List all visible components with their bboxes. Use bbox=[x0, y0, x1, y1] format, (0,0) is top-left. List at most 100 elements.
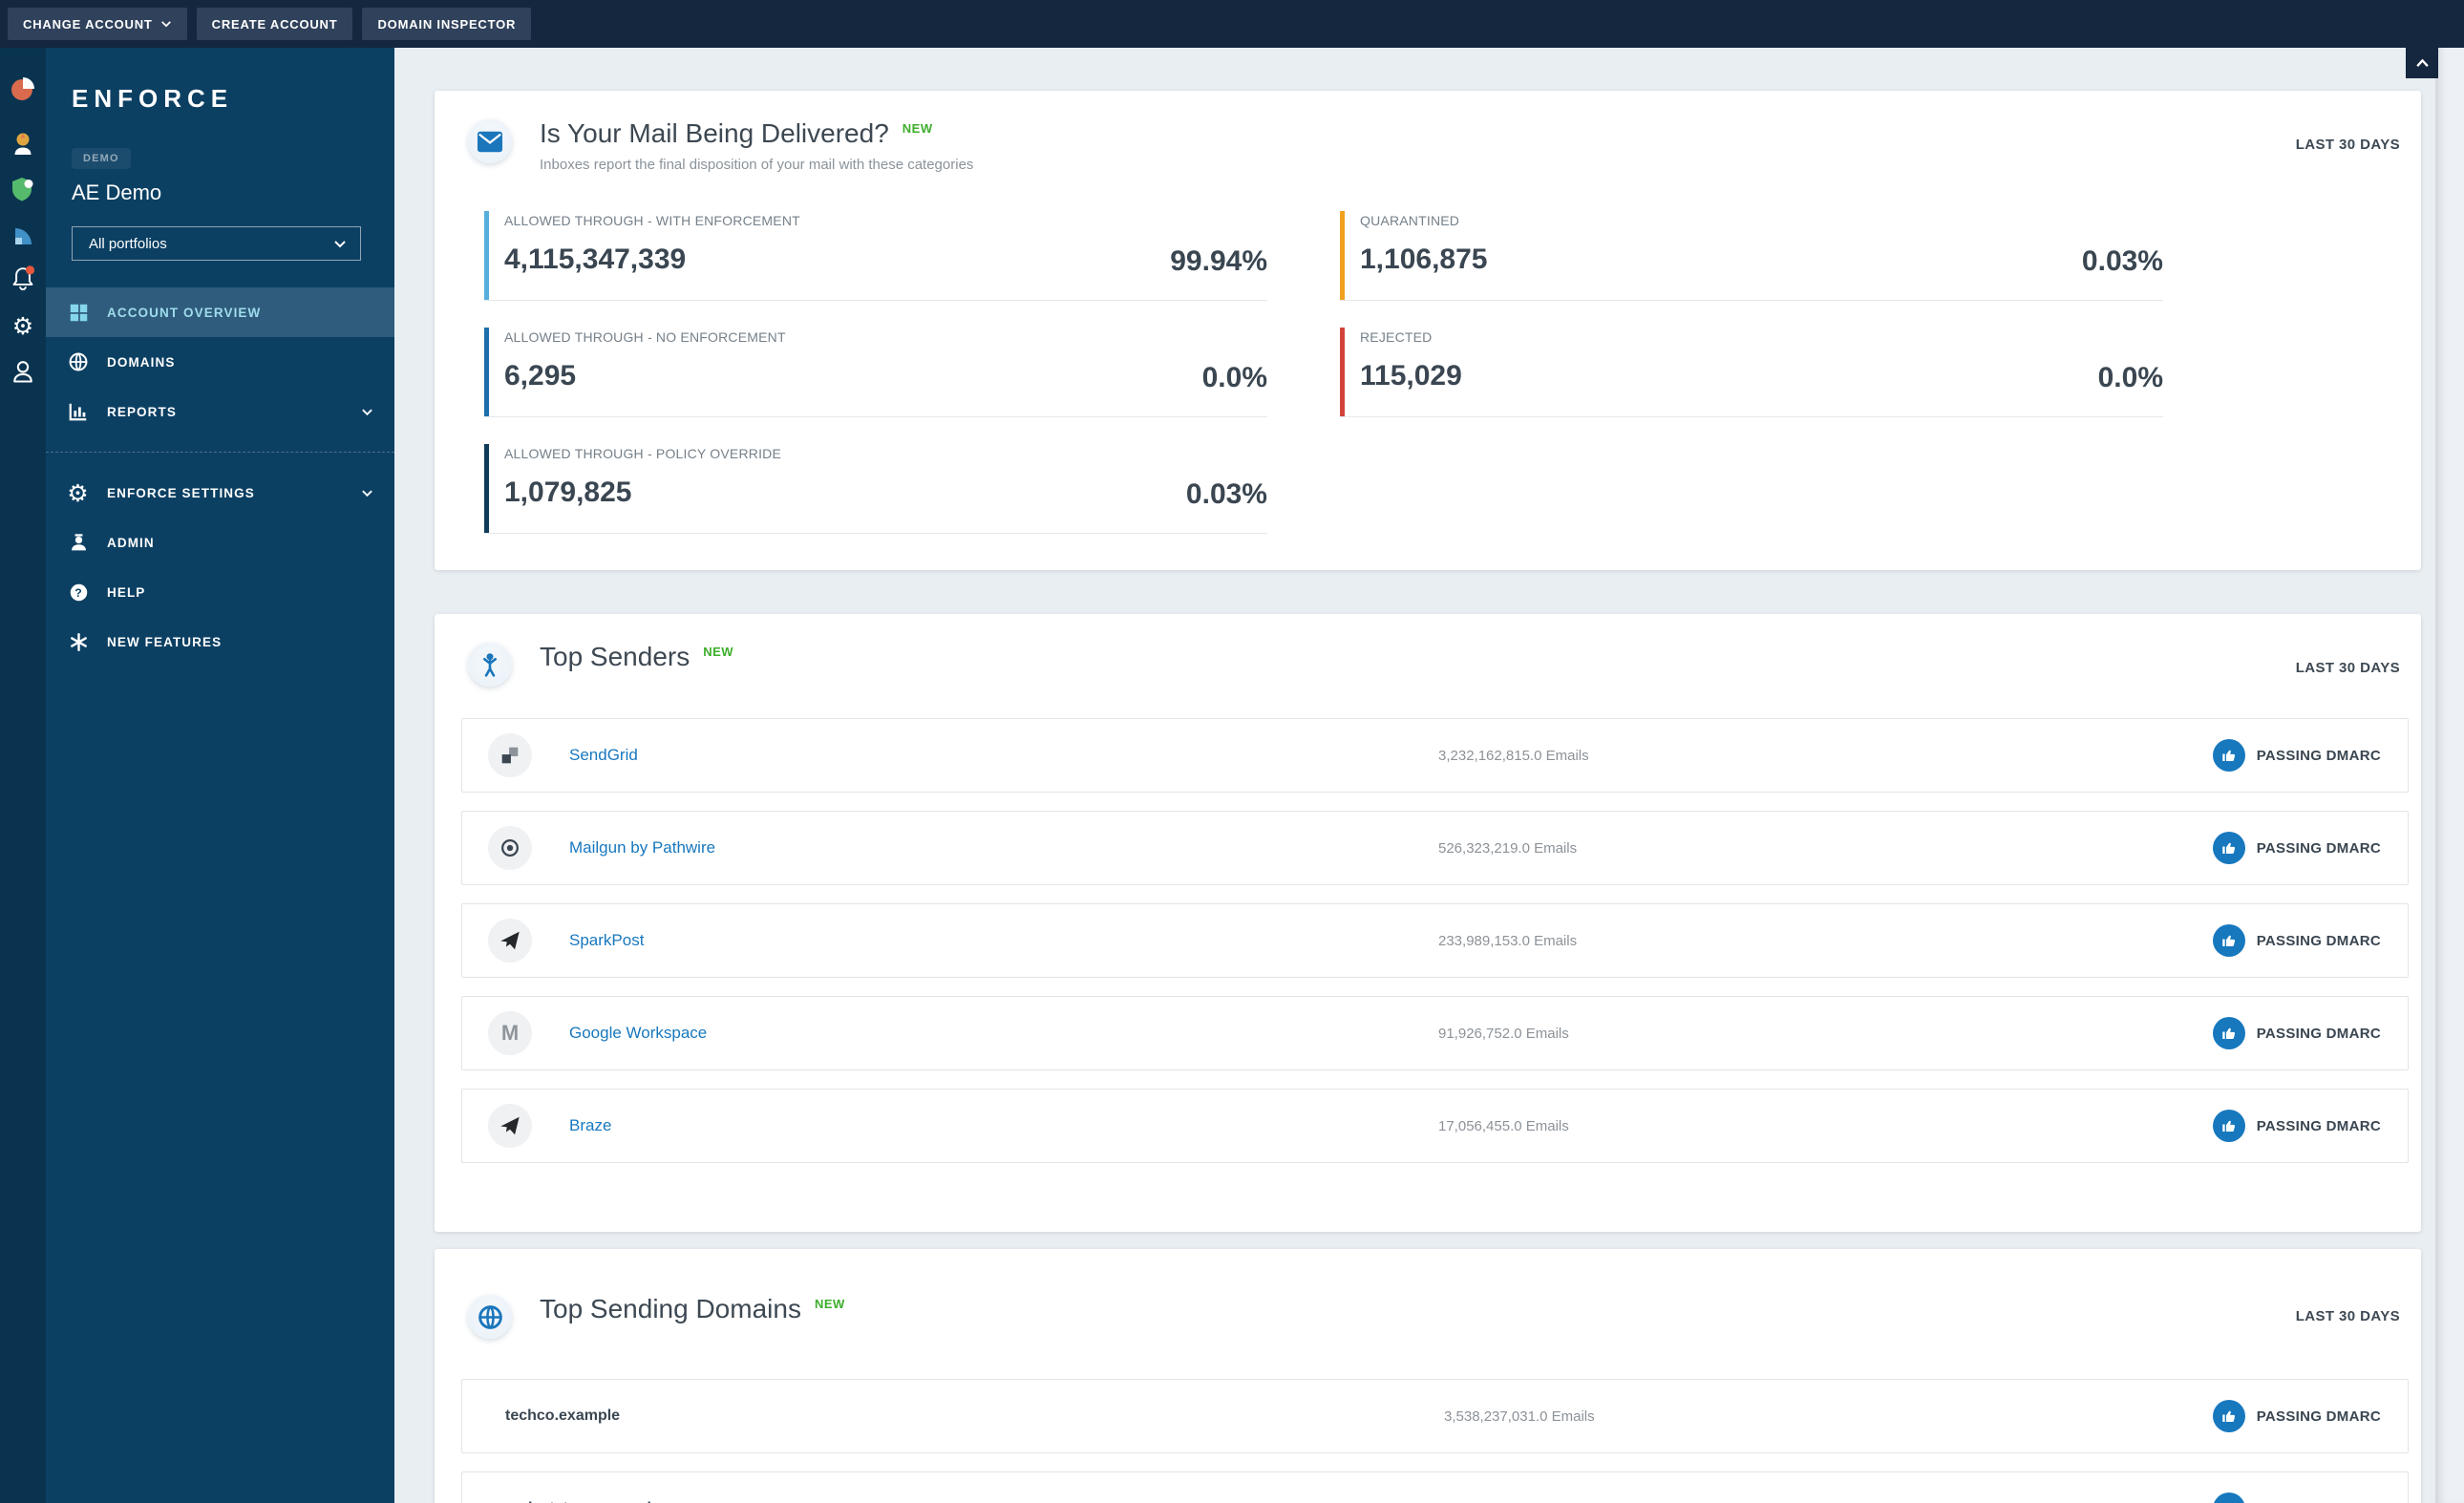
sender-email-count: 233,989,153.0 Emails bbox=[1438, 932, 1578, 949]
status-badge: PASSING DMARC bbox=[2212, 1110, 2381, 1142]
scrollbar-track[interactable] bbox=[2435, 48, 2464, 1503]
account-name: AE Demo bbox=[72, 180, 162, 204]
admin-person-icon bbox=[67, 531, 90, 554]
nav-divider bbox=[46, 452, 394, 453]
status-badge: PASSING DMARC bbox=[2212, 924, 2381, 957]
portfolio-select[interactable]: All portfolios bbox=[72, 226, 361, 261]
chevron-down-icon bbox=[362, 490, 372, 497]
card-title: Top Senders bbox=[540, 642, 690, 671]
settings-gear-icon[interactable]: ⚙ bbox=[8, 310, 38, 341]
domain-row: realestateco.example 45,079,322.0 Emails… bbox=[461, 1471, 2409, 1503]
asterisk-icon bbox=[67, 630, 90, 653]
delivery-card: Is Your Mail Being Delivered? NEW Inboxe… bbox=[435, 91, 2421, 570]
sidebar-item-label: DOMAINS bbox=[107, 354, 176, 370]
delivery-stats: ALLOWED THROUGH - WITH ENFORCEMENT 4,115… bbox=[484, 210, 2421, 534]
stat-label: QUARANTINED bbox=[1360, 212, 1460, 228]
sender-row: Braze 17,056,455.0 Emails PASSING DMARC bbox=[461, 1089, 2409, 1163]
domain-email-count: 3,538,237,031.0 Emails bbox=[1444, 1408, 1595, 1425]
card-title: Is Your Mail Being Delivered? bbox=[540, 118, 889, 148]
create-account-button[interactable]: CREATE ACCOUNT bbox=[196, 8, 353, 40]
stat-allowed-with-enforcement: ALLOWED THROUGH - WITH ENFORCEMENT 4,115… bbox=[484, 210, 1267, 301]
status-badge: PASSING DMARC bbox=[2212, 1492, 2381, 1503]
stat-value: 6,295 bbox=[504, 359, 577, 392]
main-content: Is Your Mail Being Delivered? NEW Inboxe… bbox=[394, 48, 2435, 1503]
person-arms-up-icon bbox=[468, 643, 512, 687]
stat-percent: 0.03% bbox=[2081, 244, 2163, 277]
chevron-down-icon bbox=[160, 21, 171, 28]
status-label: PASSING DMARC bbox=[2256, 1408, 2381, 1425]
stat-percent: 0.0% bbox=[1201, 361, 1267, 393]
period-label: LAST 30 DAYS bbox=[2295, 1308, 2400, 1324]
stat-allowed-policy-override: ALLOWED THROUGH - POLICY OVERRIDE 1,079,… bbox=[484, 443, 1267, 534]
chevron-down-icon bbox=[362, 409, 372, 415]
stat-value: 115,029 bbox=[1360, 359, 1462, 392]
domain-name: techco.example bbox=[505, 1408, 621, 1424]
demo-badge: DEMO bbox=[72, 148, 131, 169]
status-badge: PASSING DMARC bbox=[2212, 1400, 2381, 1432]
change-account-button[interactable]: CHANGE ACCOUNT bbox=[8, 8, 187, 40]
card-subtitle: Inboxes report the final disposition of … bbox=[540, 156, 974, 173]
monitor-product-icon[interactable] bbox=[8, 219, 38, 249]
envelope-icon bbox=[468, 119, 512, 163]
domain-inspector-label: DOMAIN INSPECTOR bbox=[377, 16, 517, 32]
domain-row: techco.example 3,538,237,031.0 Emails PA… bbox=[461, 1379, 2409, 1453]
sidebar-item-domains[interactable]: DOMAINS bbox=[46, 337, 394, 387]
sender-link[interactable]: SparkPost bbox=[569, 931, 1438, 950]
sender-link[interactable]: SendGrid bbox=[569, 746, 1438, 765]
sparkpost-logo-icon bbox=[488, 919, 532, 963]
scroll-to-top-button[interactable] bbox=[2406, 48, 2438, 78]
sender-link[interactable]: Google Workspace bbox=[569, 1024, 1438, 1043]
new-badge: NEW bbox=[814, 1297, 845, 1311]
stat-allowed-no-enforcement: ALLOWED THROUGH - NO ENFORCEMENT 6,295 0… bbox=[484, 327, 1267, 417]
period-label: LAST 30 DAYS bbox=[2295, 660, 2400, 676]
enforce-logo: ENFORCE bbox=[72, 84, 234, 113]
status-label: PASSING DMARC bbox=[2256, 747, 2381, 764]
shield-product-icon[interactable] bbox=[8, 174, 38, 204]
sidebar-item-reports[interactable]: REPORTS bbox=[46, 387, 394, 436]
sender-row: M Google Workspace 91,926,752.0 Emails P… bbox=[461, 996, 2409, 1070]
sidebar-item-label: ENFORCE SETTINGS bbox=[107, 485, 255, 500]
globe-icon bbox=[468, 1295, 512, 1339]
user-product-icon[interactable] bbox=[8, 128, 38, 159]
mailgun-logo-icon bbox=[488, 826, 532, 870]
braze-logo-icon bbox=[488, 1104, 532, 1148]
sender-link[interactable]: Braze bbox=[569, 1116, 1438, 1135]
chevron-up-icon bbox=[2415, 58, 2429, 68]
top-bar: CHANGE ACCOUNT CREATE ACCOUNT DOMAIN INS… bbox=[0, 0, 2464, 48]
new-badge: NEW bbox=[902, 121, 933, 136]
create-account-label: CREATE ACCOUNT bbox=[211, 16, 338, 32]
stat-label: REJECTED bbox=[1360, 328, 1433, 345]
stat-rejected: REJECTED 115,029 0.0% bbox=[1340, 327, 2163, 417]
chevron-down-icon bbox=[334, 240, 346, 247]
domain-list: techco.example 3,538,237,031.0 Emails PA… bbox=[461, 1379, 2409, 1503]
thumbs-up-icon bbox=[2212, 739, 2245, 772]
stat-percent: 0.03% bbox=[1185, 477, 1267, 510]
notifications-bell-icon[interactable] bbox=[8, 263, 38, 293]
sidebar-item-account-overview[interactable]: ACCOUNT OVERVIEW bbox=[46, 287, 394, 337]
sidebar: ENFORCE DEMO AE Demo All portfolios ACCO… bbox=[46, 48, 394, 1503]
period-label: LAST 30 DAYS bbox=[2295, 137, 2400, 153]
top-senders-card: Top Senders NEW LAST 30 DAYS SendGrid 3,… bbox=[435, 614, 2421, 1232]
thumbs-up-icon bbox=[2212, 832, 2245, 864]
thumbs-up-icon bbox=[2212, 1110, 2245, 1142]
change-account-label: CHANGE ACCOUNT bbox=[23, 16, 153, 32]
sidebar-item-label: ACCOUNT OVERVIEW bbox=[107, 305, 262, 320]
domain-inspector-button[interactable]: DOMAIN INSPECTOR bbox=[362, 8, 532, 40]
sidebar-nav: ACCOUNT OVERVIEW DOMAINS REPORTS ⚙ ENFOR… bbox=[46, 287, 394, 667]
brand-pie-icon[interactable] bbox=[8, 73, 38, 103]
sender-email-count: 526,323,219.0 Emails bbox=[1438, 839, 1578, 857]
bar-chart-icon bbox=[67, 400, 90, 423]
account-person-icon[interactable] bbox=[8, 356, 38, 387]
svg-text:?: ? bbox=[74, 585, 82, 599]
sidebar-item-admin[interactable]: ADMIN bbox=[46, 518, 394, 567]
sender-link[interactable]: Mailgun by Pathwire bbox=[569, 838, 1438, 857]
help-icon: ? bbox=[67, 581, 90, 603]
status-badge: PASSING DMARC bbox=[2212, 739, 2381, 772]
stat-value: 4,115,347,339 bbox=[504, 243, 687, 275]
sidebar-item-help[interactable]: ? HELP bbox=[46, 567, 394, 617]
sidebar-item-enforce-settings[interactable]: ⚙ ENFORCE SETTINGS bbox=[46, 468, 394, 518]
status-badge: PASSING DMARC bbox=[2212, 832, 2381, 864]
stat-percent: 0.0% bbox=[2097, 361, 2163, 393]
gear-icon: ⚙ bbox=[67, 478, 90, 507]
sidebar-item-new-features[interactable]: NEW FEATURES bbox=[46, 617, 394, 667]
